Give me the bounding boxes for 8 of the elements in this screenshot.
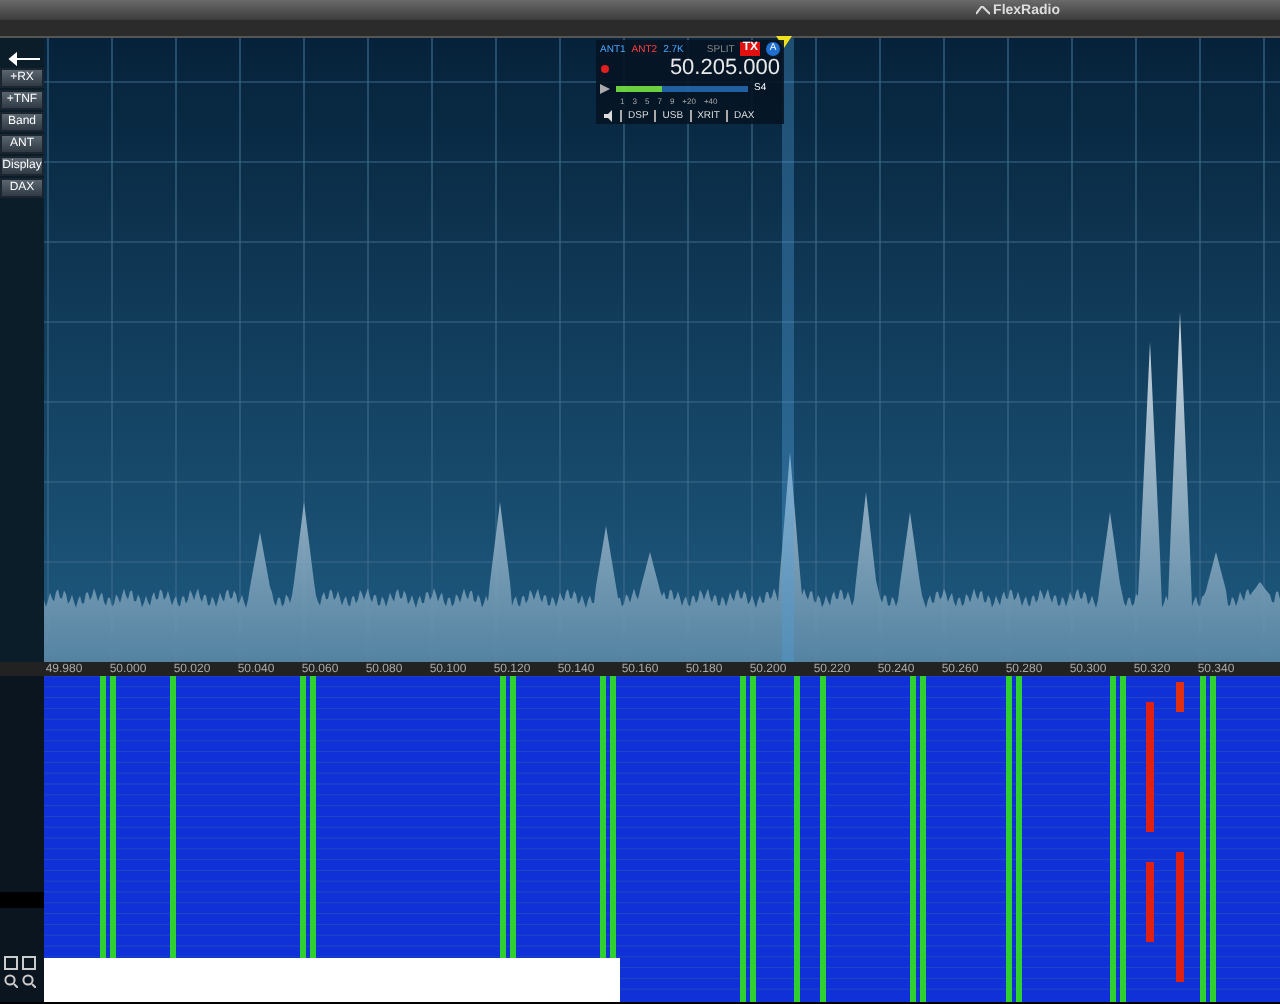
segment-icon[interactable]	[4, 956, 18, 970]
s-meter	[616, 85, 748, 91]
logo-icon	[975, 5, 990, 15]
frequency-display[interactable]: 50.205.000	[669, 58, 780, 80]
play-icon[interactable]	[600, 83, 610, 93]
tuning-cursor[interactable]	[782, 38, 794, 662]
segment-icon[interactable]	[22, 956, 36, 970]
record-icon[interactable]	[600, 64, 610, 74]
